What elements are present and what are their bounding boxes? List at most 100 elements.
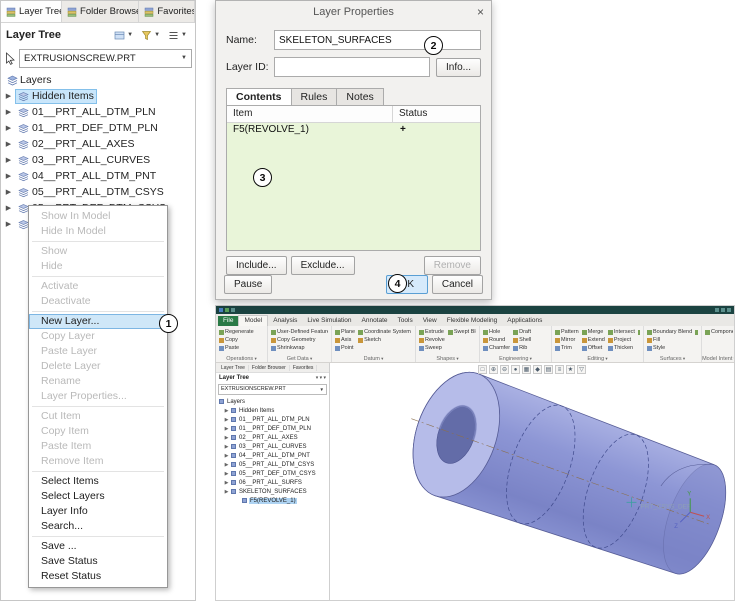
expand-icon[interactable]: ▶	[224, 435, 229, 441]
context-menu-item[interactable]: New Layer...	[29, 314, 167, 329]
mini-tree-item[interactable]: ▶ SKELETON_SURFACES	[216, 487, 329, 496]
zoom-in-icon[interactable]: ⊕	[489, 365, 498, 374]
context-menu-item[interactable]: Paste Item	[29, 439, 167, 454]
ribbon-button[interactable]: Extrude	[419, 328, 445, 336]
expand-icon[interactable]: ▶	[224, 489, 229, 495]
ribbon-button[interactable]: Freestyle	[695, 328, 698, 336]
layer-item-body[interactable]: 03__PRT_ALL_CURVES	[15, 153, 153, 168]
context-menu-item[interactable]: Select Items	[29, 474, 167, 489]
layer-item-body[interactable]: Hidden Items	[15, 88, 97, 104]
ribbon-group-label[interactable]: Operations	[216, 356, 267, 362]
ribbon-tab[interactable]: Flexible Modeling	[442, 316, 503, 326]
ribbon-button[interactable]: Paste	[219, 344, 254, 352]
dialog-tab[interactable]: Contents	[226, 88, 292, 105]
context-menu-item[interactable]: Hide In Model	[29, 224, 167, 239]
ribbon-group-label[interactable]: Get Data	[268, 356, 331, 362]
context-menu-item[interactable]: Save ...	[29, 539, 167, 554]
expand-icon[interactable]: ▶	[4, 204, 13, 212]
panel-tab[interactable]: Folder Browser	[62, 1, 140, 22]
ribbon-button[interactable]: Copy Geometry	[271, 336, 328, 344]
ribbon-button[interactable]: Revolve	[419, 336, 445, 344]
context-menu-item[interactable]: Layer Info	[29, 504, 167, 519]
mini-tree-item[interactable]: ▶ 05__PRT_ALL_DTM_CSYS	[216, 460, 329, 469]
mini-tree-item[interactable]: ▶ 02__PRT_ALL_AXES	[216, 433, 329, 442]
expand-icon[interactable]: ▶	[224, 444, 229, 450]
ribbon-tab[interactable]: File	[218, 316, 239, 326]
ribbon-button[interactable]: Style	[647, 344, 692, 352]
expand-icon[interactable]: ▶	[224, 408, 229, 414]
expand-icon[interactable]: ▶	[4, 108, 13, 116]
expand-icon[interactable]: ▶	[224, 426, 229, 432]
mini-tree-item[interactable]: ▶ F5(REVOLVE_1)	[216, 496, 329, 505]
cancel-button[interactable]: Cancel	[431, 275, 483, 294]
info-button[interactable]: Info...	[435, 57, 481, 77]
exclude-button[interactable]: Exclude...	[290, 256, 355, 275]
mini-panel-tab[interactable]: Layer Tree	[218, 364, 249, 371]
context-menu-item[interactable]: Show In Model	[29, 209, 167, 224]
dialog-tab[interactable]: Notes	[336, 88, 384, 105]
expand-icon[interactable]: ▶	[224, 480, 229, 486]
expand-icon[interactable]: ▶	[224, 462, 229, 468]
name-input[interactable]	[274, 30, 481, 50]
ribbon-group-label[interactable]: Editing	[552, 356, 643, 362]
ribbon-group-label[interactable]: Datum	[332, 356, 415, 362]
ribbon-button[interactable]: Chamfer	[483, 344, 510, 352]
ribbon-tab[interactable]: Live Simulation	[302, 316, 356, 326]
layer-item-body[interactable]: 04__PRT_ALL_DTM_PNT	[15, 169, 159, 184]
window-minimize-icon[interactable]	[715, 308, 719, 312]
context-menu-item[interactable]: Activate	[29, 279, 167, 294]
expand-icon[interactable]: ▶	[4, 140, 13, 148]
filter-dropdown[interactable]: ▼	[138, 29, 163, 42]
settings-dropdown[interactable]: ▼	[165, 29, 190, 42]
spin-center-icon[interactable]: ≡	[555, 365, 564, 374]
ribbon-button[interactable]: Offset	[581, 344, 605, 352]
layer-item-body[interactable]: 05__PRT_ALL_DTM_CSYS	[15, 185, 167, 200]
context-menu-item[interactable]: Show	[29, 244, 167, 259]
layer-item-body[interactable]: 01__PRT_DEF_DTM_PLN	[15, 121, 161, 136]
ribbon-button[interactable]: Coordinate System	[358, 328, 411, 336]
ribbon-button[interactable]: Merge	[581, 328, 605, 336]
ribbon-button[interactable]: Solidify	[637, 328, 640, 336]
mini-panel-tab[interactable]: Favorites	[290, 364, 318, 371]
ribbon-button[interactable]: Trim	[555, 344, 579, 352]
ribbon-button[interactable]: Regenerate	[219, 328, 254, 336]
ribbon-group-label[interactable]: Shapes	[416, 356, 479, 362]
ribbon-button[interactable]: Extend	[581, 336, 605, 344]
expand-icon[interactable]: ▶	[4, 92, 13, 100]
layer-item-body[interactable]: 01__PRT_ALL_DTM_PLN	[15, 105, 159, 120]
repaint-icon[interactable]: ●	[511, 365, 520, 374]
layer-tree-item[interactable]: ▶ 04__PRT_ALL_DTM_PNT	[1, 168, 195, 184]
ribbon-button[interactable]: Project	[607, 336, 635, 344]
layer-tree-item[interactable]: ▶ 05__PRT_ALL_DTM_CSYS	[1, 184, 195, 200]
ribbon-group-label[interactable]: Surfaces	[644, 356, 701, 362]
refit-icon[interactable]: □	[478, 365, 487, 374]
context-menu-item[interactable]: Remove Item	[29, 454, 167, 469]
mini-tree-item[interactable]: ▶ 01__PRT_ALL_DTM_PLN	[216, 415, 329, 424]
layer-tree-item[interactable]: ▶ 02__PRT_ALL_AXES	[1, 136, 195, 152]
expand-icon[interactable]: ▶	[224, 471, 229, 477]
layer-display-dropdown[interactable]: ▼	[111, 29, 136, 42]
expand-icon[interactable]: ▶	[4, 220, 13, 228]
expand-icon[interactable]: ▶	[4, 156, 13, 164]
mini-panel-tab[interactable]: Folder Browser	[249, 364, 290, 371]
mini-tree-item[interactable]: ▶ Hidden Items	[216, 406, 329, 415]
mini-tree-item[interactable]: ▶ 04__PRT_ALL_DTM_PNT	[216, 451, 329, 460]
context-menu-item[interactable]: Copy Layer	[29, 329, 167, 344]
context-menu-item[interactable]: Reset Status	[29, 569, 167, 584]
ribbon-button[interactable]: Boundary Blend	[647, 328, 692, 336]
3d-viewport[interactable]: □ ⊕ ⊖ ● ▦ ◆ ▤ ≡ ★ ▽ PRT_CSYS_DEF Y X Z	[330, 363, 734, 600]
context-menu-item[interactable]: Save Status	[29, 554, 167, 569]
ribbon-tab[interactable]: Analysis	[268, 316, 302, 326]
mini-tree-item[interactable]: ▶ 06__PRT_ALL_SURFS	[216, 478, 329, 487]
datum-display-icon[interactable]: ◆	[533, 365, 542, 374]
layer-item-body[interactable]: 02__PRT_ALL_AXES	[15, 137, 138, 152]
ribbon-tab[interactable]: Applications	[502, 316, 547, 326]
context-menu-item[interactable]: Copy Item	[29, 424, 167, 439]
dialog-tab[interactable]: Rules	[290, 88, 338, 105]
context-menu-item[interactable]: Deactivate	[29, 294, 167, 309]
ribbon-button[interactable]: Thicken	[607, 344, 635, 352]
ribbon-group-label[interactable]: Model Intent	[702, 356, 734, 362]
context-menu-item[interactable]: Layer Properties...	[29, 389, 167, 404]
ribbon-button[interactable]: Hole	[483, 328, 510, 336]
expand-icon[interactable]: ▶	[224, 417, 229, 423]
